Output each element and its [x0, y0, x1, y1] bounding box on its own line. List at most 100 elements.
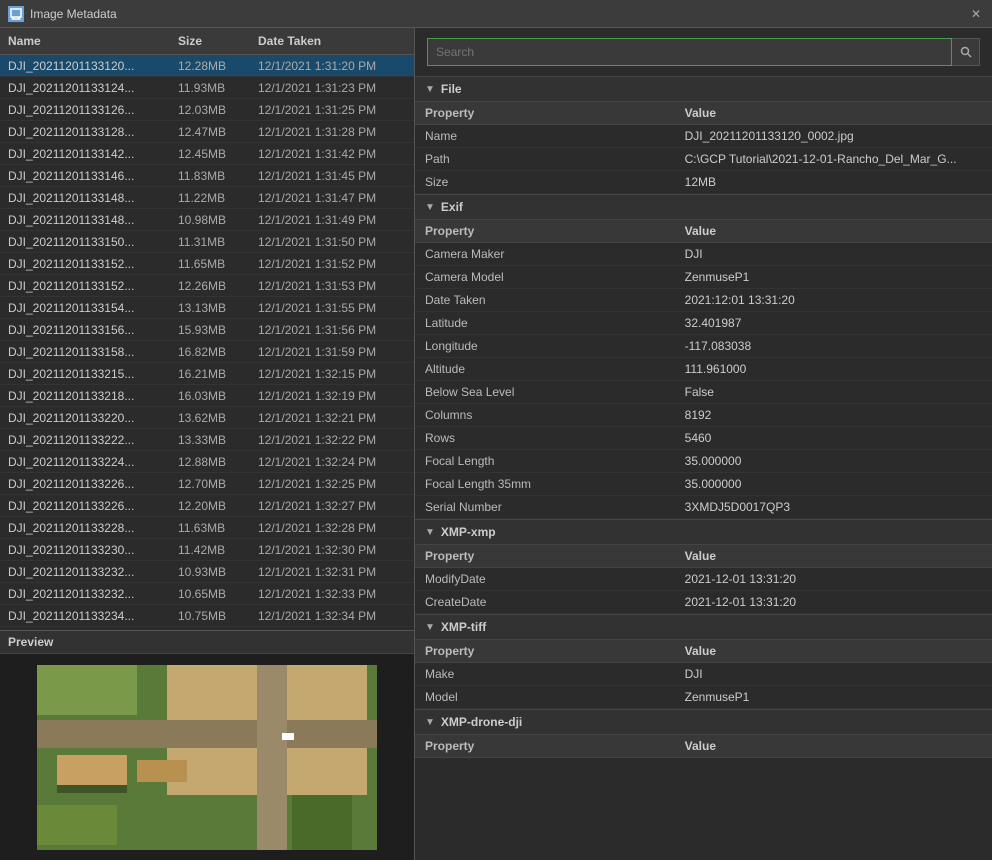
file-size-cell: 16.21MB [170, 367, 250, 381]
close-button[interactable]: ✕ [968, 6, 984, 22]
list-item[interactable]: DJI_20211201133232... 10.93MB 12/1/2021 … [0, 561, 414, 583]
file-name-cell: DJI_20211201133158... [0, 345, 170, 359]
table-row: Date Taken 2021:12:01 13:31:20 [415, 289, 992, 312]
file-name-cell: DJI_20211201133154... [0, 301, 170, 315]
exif-value: 2021:12:01 13:31:20 [675, 289, 992, 312]
file-date-cell: 12/1/2021 1:31:53 PM [250, 279, 414, 293]
window-title: Image Metadata [30, 7, 968, 21]
list-item[interactable]: DJI_20211201133158... 16.82MB 12/1/2021 … [0, 341, 414, 363]
file-name-cell: DJI_20211201133150... [0, 235, 170, 249]
list-item[interactable]: DJI_20211201133220... 13.62MB 12/1/2021 … [0, 407, 414, 429]
list-item[interactable]: DJI_20211201133224... 12.88MB 12/1/2021 … [0, 451, 414, 473]
section-xmp-xmp-header[interactable]: ▼ XMP-xmp [415, 519, 992, 545]
list-item[interactable]: DJI_20211201133156... 15.93MB 12/1/2021 … [0, 319, 414, 341]
file-date-cell: 12/1/2021 1:31:56 PM [250, 323, 414, 337]
file-name-cell: DJI_20211201133226... [0, 477, 170, 491]
list-item[interactable]: DJI_20211201133215... 16.21MB 12/1/2021 … [0, 363, 414, 385]
list-item[interactable]: DJI_20211201133222... 13.33MB 12/1/2021 … [0, 429, 414, 451]
column-header-name: Name [0, 32, 170, 50]
create-date-value: 2021-12-01 13:31:20 [675, 591, 992, 614]
file-date-cell: 12/1/2021 1:31:55 PM [250, 301, 414, 315]
file-size-cell: 12.45MB [170, 147, 250, 161]
xmp-xmp-table-header: Property Value [415, 545, 992, 568]
xmp-xmp-col-property: Property [415, 545, 675, 568]
section-xmp-tiff-name: XMP-tiff [441, 620, 486, 634]
list-item[interactable]: DJI_20211201133226... 12.20MB 12/1/2021 … [0, 495, 414, 517]
file-size-cell: 16.82MB [170, 345, 250, 359]
file-list-scroll[interactable]: DJI_20211201133120... 12.28MB 12/1/2021 … [0, 55, 414, 630]
list-item[interactable]: DJI_20211201133154... 13.13MB 12/1/2021 … [0, 297, 414, 319]
section-xmp-xmp: ▼ XMP-xmp Property Value ModifyDate 2021… [415, 519, 992, 614]
file-list-header: Name Size Date Taken [0, 28, 414, 55]
list-item[interactable]: DJI_20211201133120... 12.28MB 12/1/2021 … [0, 55, 414, 77]
section-file: ▼ File Property Value Name DJI_202112011… [415, 76, 992, 194]
file-name-cell: DJI_20211201133126... [0, 103, 170, 117]
search-input[interactable] [436, 45, 943, 59]
file-date-cell: 12/1/2021 1:31:47 PM [250, 191, 414, 205]
table-row: Focal Length 35.000000 [415, 450, 992, 473]
file-size-cell: 12.70MB [170, 477, 250, 491]
file-date-cell: 12/1/2021 1:31:20 PM [250, 59, 414, 73]
right-panel[interactable]: ▼ File Property Value Name DJI_202112011… [415, 28, 992, 860]
file-size-label: Size [415, 171, 675, 194]
exif-property: Date Taken [415, 289, 675, 312]
chevron-down-icon: ▼ [425, 84, 435, 95]
model-label: Model [415, 686, 675, 709]
left-panel: Name Size Date Taken DJI_20211201133120.… [0, 28, 415, 860]
table-row: Model ZenmuseP1 [415, 686, 992, 709]
file-name-cell: DJI_20211201133218... [0, 389, 170, 403]
list-item[interactable]: DJI_20211201133230... 11.42MB 12/1/2021 … [0, 539, 414, 561]
file-date-cell: 12/1/2021 1:31:25 PM [250, 103, 414, 117]
file-name-cell: DJI_20211201133142... [0, 147, 170, 161]
file-size-cell: 12.20MB [170, 499, 250, 513]
file-date-cell: 12/1/2021 1:31:50 PM [250, 235, 414, 249]
file-size-cell: 11.22MB [170, 191, 250, 205]
file-name-cell: DJI_20211201133120... [0, 59, 170, 73]
preview-image-area [0, 654, 414, 860]
exif-col-value: Value [675, 220, 992, 243]
xmp-tiff-table: Property Value Make DJI Model ZenmuseP1 [415, 640, 992, 709]
file-size-cell: 11.31MB [170, 235, 250, 249]
list-item[interactable]: DJI_20211201133152... 11.65MB 12/1/2021 … [0, 253, 414, 275]
file-size-cell: 15.93MB [170, 323, 250, 337]
list-item[interactable]: DJI_20211201133142... 12.45MB 12/1/2021 … [0, 143, 414, 165]
list-item[interactable]: DJI_20211201133232... 10.65MB 12/1/2021 … [0, 583, 414, 605]
file-size-cell: 13.62MB [170, 411, 250, 425]
section-exif-header[interactable]: ▼ Exif [415, 194, 992, 220]
list-item[interactable]: DJI_20211201133146... 11.83MB 12/1/2021 … [0, 165, 414, 187]
list-item[interactable]: DJI_20211201133226... 12.70MB 12/1/2021 … [0, 473, 414, 495]
exif-property: Below Sea Level [415, 381, 675, 404]
section-xmp-drone-dji: ▼ XMP-drone-dji Property Value [415, 709, 992, 758]
section-file-header[interactable]: ▼ File [415, 76, 992, 102]
file-size-cell: 11.83MB [170, 169, 250, 183]
list-item[interactable]: DJI_20211201133234... 10.75MB 12/1/2021 … [0, 605, 414, 627]
xmp-xmp-col-value: Value [675, 545, 992, 568]
section-xmp-drone-dji-name: XMP-drone-dji [441, 715, 522, 729]
list-item[interactable]: DJI_20211201133150... 11.31MB 12/1/2021 … [0, 231, 414, 253]
file-date-cell: 12/1/2021 1:32:24 PM [250, 455, 414, 469]
file-date-cell: 12/1/2021 1:32:34 PM [250, 609, 414, 623]
exif-property: Focal Length [415, 450, 675, 473]
list-item[interactable]: DJI_20211201133228... 11.63MB 12/1/2021 … [0, 517, 414, 539]
list-item[interactable]: DJI_20211201133152... 12.26MB 12/1/2021 … [0, 275, 414, 297]
list-item[interactable]: DJI_20211201133126... 12.03MB 12/1/2021 … [0, 99, 414, 121]
column-header-date: Date Taken [250, 32, 414, 50]
file-name-cell: DJI_20211201133234... [0, 609, 170, 623]
list-item[interactable]: DJI_20211201133128... 12.47MB 12/1/2021 … [0, 121, 414, 143]
file-size-cell: 12.28MB [170, 59, 250, 73]
file-name-cell: DJI_20211201133156... [0, 323, 170, 337]
section-xmp-tiff-header[interactable]: ▼ XMP-tiff [415, 614, 992, 640]
table-row: Name DJI_20211201133120_0002.jpg [415, 125, 992, 148]
list-item[interactable]: DJI_20211201133148... 10.98MB 12/1/2021 … [0, 209, 414, 231]
list-item[interactable]: DJI_20211201133218... 16.03MB 12/1/2021 … [0, 385, 414, 407]
file-size-cell: 10.75MB [170, 609, 250, 623]
exif-property: Serial Number [415, 496, 675, 519]
list-item[interactable]: DJI_20211201133124... 11.93MB 12/1/2021 … [0, 77, 414, 99]
list-item[interactable]: DJI_20211201133148... 11.22MB 12/1/2021 … [0, 187, 414, 209]
aerial-thumbnail [37, 665, 377, 850]
file-name-label: Name [415, 125, 675, 148]
section-xmp-drone-dji-header[interactable]: ▼ XMP-drone-dji [415, 709, 992, 735]
table-row: Serial Number 3XMDJ5D0017QP3 [415, 496, 992, 519]
search-button[interactable] [952, 38, 980, 66]
table-row: Camera Maker DJI [415, 243, 992, 266]
